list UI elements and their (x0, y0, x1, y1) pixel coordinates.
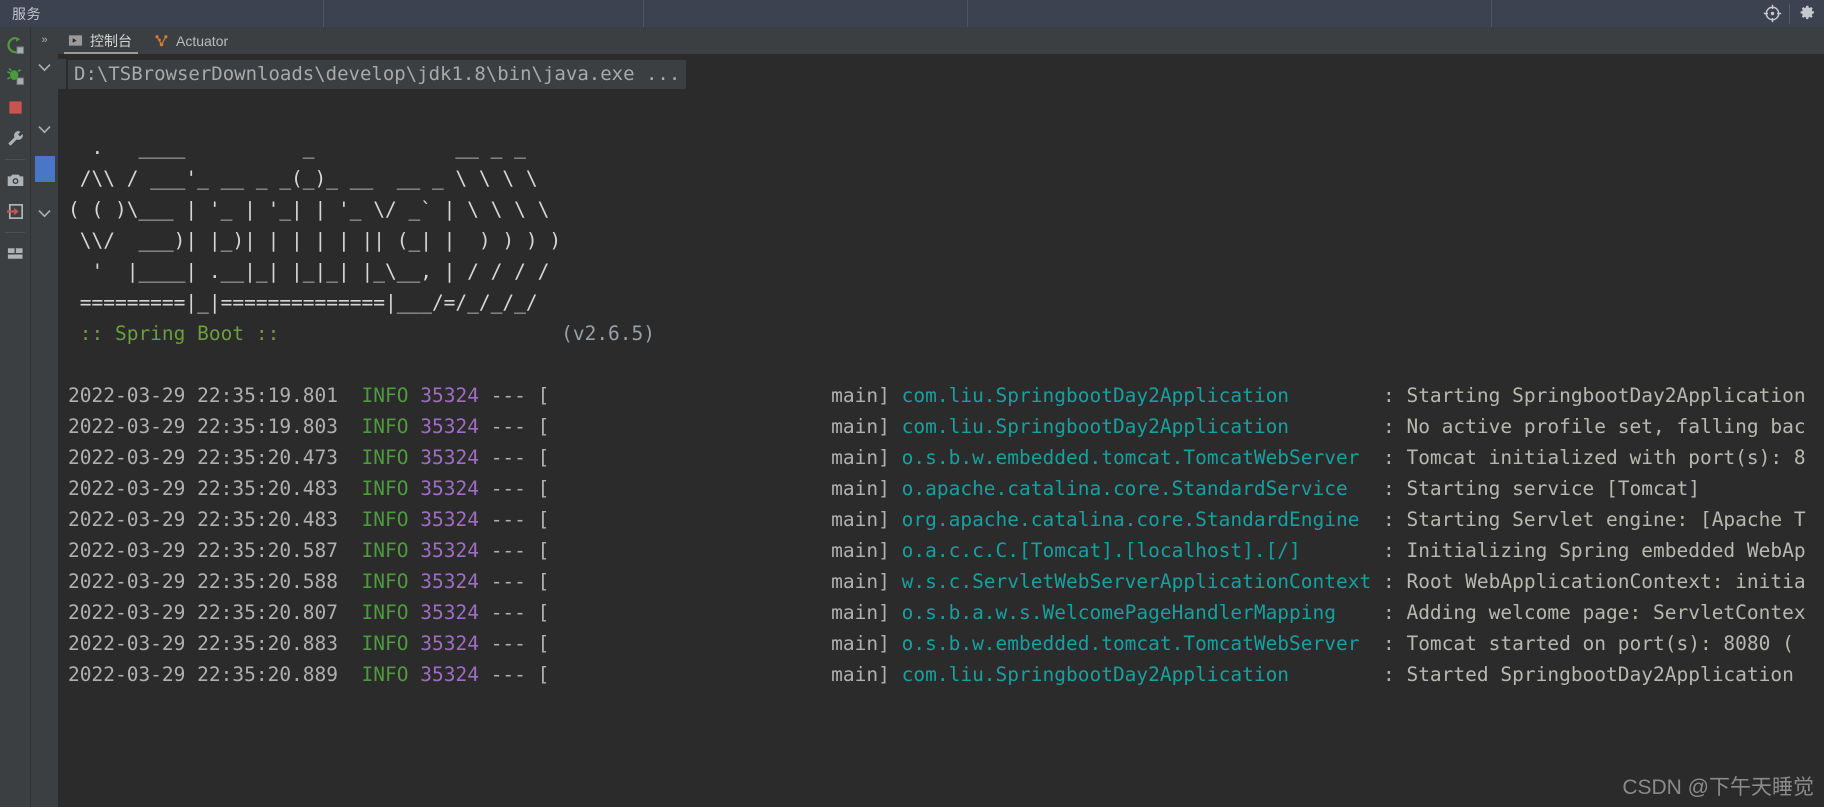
debug-icon[interactable] (1, 62, 29, 90)
services-tool-window: 服务 » 控制台 Actuator D:\TSBrowserDownloads\… (0, 0, 1824, 807)
console-icon (68, 33, 83, 48)
tab-console-label: 控制台 (90, 32, 132, 49)
rerun-icon[interactable] (1, 31, 29, 59)
tab-console[interactable]: 控制台 (58, 27, 144, 54)
chevron-down-icon-2[interactable] (31, 119, 58, 139)
settings-gear-icon[interactable] (1790, 0, 1824, 27)
title-segment-4 (968, 0, 1492, 27)
tree-collapse-rail: » (31, 27, 58, 807)
run-tool-window-toolbar (0, 27, 31, 807)
title-segment-2 (324, 0, 644, 27)
exit-icon[interactable] (1, 197, 29, 225)
chevron-down-icon-1[interactable] (31, 57, 58, 77)
chevron-down-icon-3[interactable] (31, 203, 58, 223)
stop-icon[interactable] (1, 93, 29, 121)
console-log-text: . ____ _ __ _ _ /\\ / ___'_ __ _ _(_)_ _… (68, 136, 1806, 686)
tab-actuator-label: Actuator (176, 32, 229, 49)
console-tab-strip: 控制台 Actuator (58, 27, 1824, 54)
command-line-text: D:\TSBrowserDownloads\develop\jdk1.8\bin… (68, 59, 687, 89)
title-bar-actions (1755, 0, 1824, 27)
tab-actuator[interactable]: Actuator (144, 27, 240, 54)
locate-icon[interactable] (1755, 0, 1789, 27)
console-output-panel[interactable]: D:\TSBrowserDownloads\develop\jdk1.8\bin… (58, 54, 1824, 807)
selected-service-marker[interactable] (35, 156, 55, 182)
command-line-row: D:\TSBrowserDownloads\develop\jdk1.8\bin… (58, 59, 1824, 89)
actuator-icon (154, 33, 169, 48)
title-spacer (1492, 0, 1755, 27)
csdn-watermark: CSDN @下午天睡觉 (1622, 776, 1814, 799)
title-segment-3 (644, 0, 968, 27)
expand-all-icon[interactable]: » (31, 30, 58, 50)
toolbar-separator-2 (5, 232, 25, 233)
toolbar-separator-1 (5, 159, 25, 160)
title-segment-services: 服务 (0, 0, 324, 27)
camera-icon[interactable] (1, 166, 29, 194)
window-title-bar: 服务 (0, 0, 1824, 27)
layout-icon[interactable] (1, 239, 29, 267)
wrench-icon[interactable] (1, 124, 29, 152)
console-gutter (58, 59, 66, 89)
window-title: 服务 (12, 5, 41, 22)
